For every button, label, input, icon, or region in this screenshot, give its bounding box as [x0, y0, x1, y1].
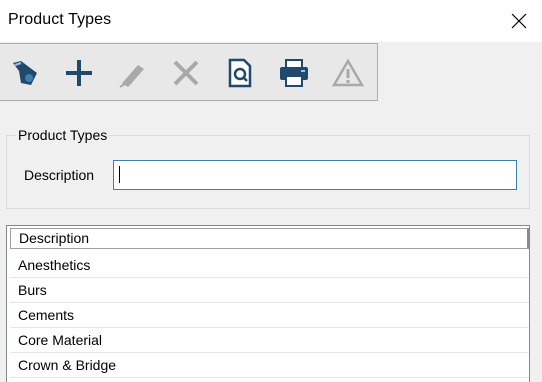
close-button[interactable]	[496, 0, 542, 42]
add-button[interactable]	[62, 56, 96, 90]
plus-icon	[66, 60, 92, 86]
table-row[interactable]: Anesthetics	[10, 253, 529, 278]
description-label: Description	[24, 167, 95, 183]
product-types-grid[interactable]: Description Anesthetics Burs Cements Cor…	[6, 225, 530, 382]
printer-icon	[280, 59, 308, 87]
table-row[interactable]: Cements	[10, 303, 529, 328]
x-icon	[173, 60, 199, 86]
delete-button[interactable]	[169, 56, 203, 90]
edit-button[interactable]	[115, 56, 149, 90]
print-button[interactable]	[277, 56, 311, 90]
table-row[interactable]: Burs	[10, 278, 529, 303]
close-icon	[511, 13, 527, 29]
preview-button[interactable]	[223, 56, 257, 90]
title-bar: Product Types	[0, 0, 542, 42]
binoculars-icon	[13, 61, 37, 85]
toolbar	[0, 43, 378, 101]
warning-button[interactable]	[331, 56, 365, 90]
table-row[interactable]: Core Material	[10, 328, 529, 353]
column-header-description[interactable]: Description	[10, 228, 529, 249]
search-records-button[interactable]	[8, 56, 42, 90]
window-title: Product Types	[8, 11, 112, 28]
document-magnifier-icon	[228, 58, 252, 88]
table-row[interactable]: Crown & Bridge	[10, 353, 529, 378]
groupbox-title: Product Types	[16, 127, 110, 143]
text-caret	[119, 166, 120, 183]
warning-icon	[332, 58, 364, 87]
description-input[interactable]	[113, 160, 517, 190]
pencil-icon	[119, 65, 144, 88]
